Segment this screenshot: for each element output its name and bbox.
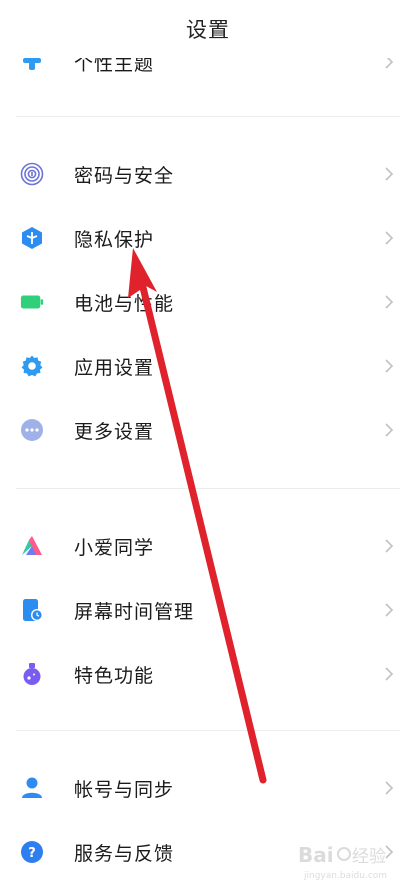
settings-item-label: 电池与性能 [74,292,175,315]
chevron-right-icon [385,781,394,795]
battery-icon [20,290,44,314]
screen-time-icon [20,598,44,622]
settings-item-screen-time[interactable]: 屏幕时间管理 [0,578,416,642]
xiaoai-icon [20,534,44,558]
settings-item-account-sync[interactable]: 帐号与同步 [0,756,416,820]
gear-icon [20,354,44,378]
privacy-shield-icon [20,226,44,250]
baidu-watermark: Bai 经验 jingyan.baidu.com [298,843,387,881]
chevron-right-icon [385,359,394,373]
settings-item-special-features[interactable]: 特色功能 [0,642,416,706]
watermark-text: 经验 [352,847,386,867]
top-bar: 设置 [0,0,416,58]
fingerprint-icon [20,162,44,186]
settings-item-battery[interactable]: 电池与性能 [0,270,416,334]
settings-item-more-settings[interactable]: 更多设置 [0,398,416,462]
svg-text:?: ? [28,846,36,861]
chevron-right-icon [385,295,394,309]
watermark-logo: Bai [298,843,334,867]
settings-item-label: 特色功能 [74,664,155,687]
settings-item-app-settings[interactable]: 应用设置 [0,334,416,398]
settings-item-label: 隐私保护 [74,228,155,251]
settings-item-label: 小爱同学 [74,536,155,559]
settings-item-password-security[interactable]: 密码与安全 [0,142,416,206]
chevron-right-icon [385,667,394,681]
chevron-right-icon [385,167,394,181]
help-icon: ? [20,840,44,864]
watermark-url: jingyan.baidu.com [303,871,387,881]
more-dots-icon [20,418,44,442]
settings-list: 个性主题 密码与安全 隐私保护 电池与性能 应用设置 更多设置 小爱同学 屏幕时… [0,0,416,890]
settings-item-label: 应用设置 [74,356,155,379]
flask-icon [20,662,44,686]
settings-item-label: 帐号与同步 [74,778,175,801]
chevron-right-icon [385,539,394,553]
chevron-right-icon [385,231,394,245]
page-title: 设置 [186,18,230,42]
settings-item-label: 更多设置 [74,420,155,443]
chevron-right-icon [385,603,394,617]
settings-item-privacy[interactable]: 隐私保护 [0,206,416,270]
chevron-right-icon [385,423,394,437]
settings-item-xiaoai[interactable]: 小爱同学 [0,514,416,578]
section-divider [16,730,400,731]
person-icon [20,776,44,800]
settings-item-label: 服务与反馈 [74,842,175,865]
section-divider [16,488,400,489]
section-divider [16,116,400,117]
settings-item-label: 密码与安全 [74,164,175,187]
settings-item-label: 屏幕时间管理 [74,600,195,623]
